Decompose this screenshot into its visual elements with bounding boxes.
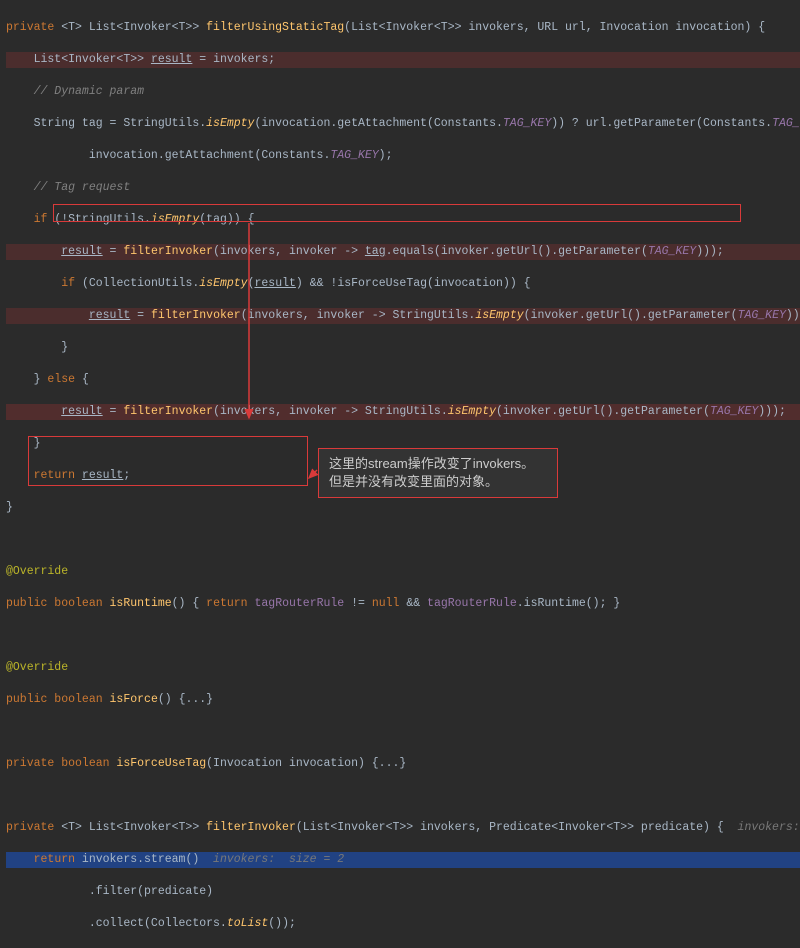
comment: // Tag request <box>6 181 130 194</box>
annotation-line-1: 这里的stream操作改变了invokers。 <box>329 455 547 473</box>
comment: // Dynamic param <box>6 85 144 98</box>
annotation-line-2: 但是并没有改变里面的对象。 <box>329 473 547 491</box>
inline-hint: invokers: size = 2 <box>199 853 344 866</box>
annotation-override: @Override <box>6 565 68 578</box>
fold-marker[interactable]: {...} <box>179 693 214 706</box>
fold-marker[interactable]: {...} <box>372 757 407 770</box>
annotation-override: @Override <box>6 661 68 674</box>
annotation-callout: 这里的stream操作改变了invokers。 但是并没有改变里面的对象。 <box>318 448 558 498</box>
